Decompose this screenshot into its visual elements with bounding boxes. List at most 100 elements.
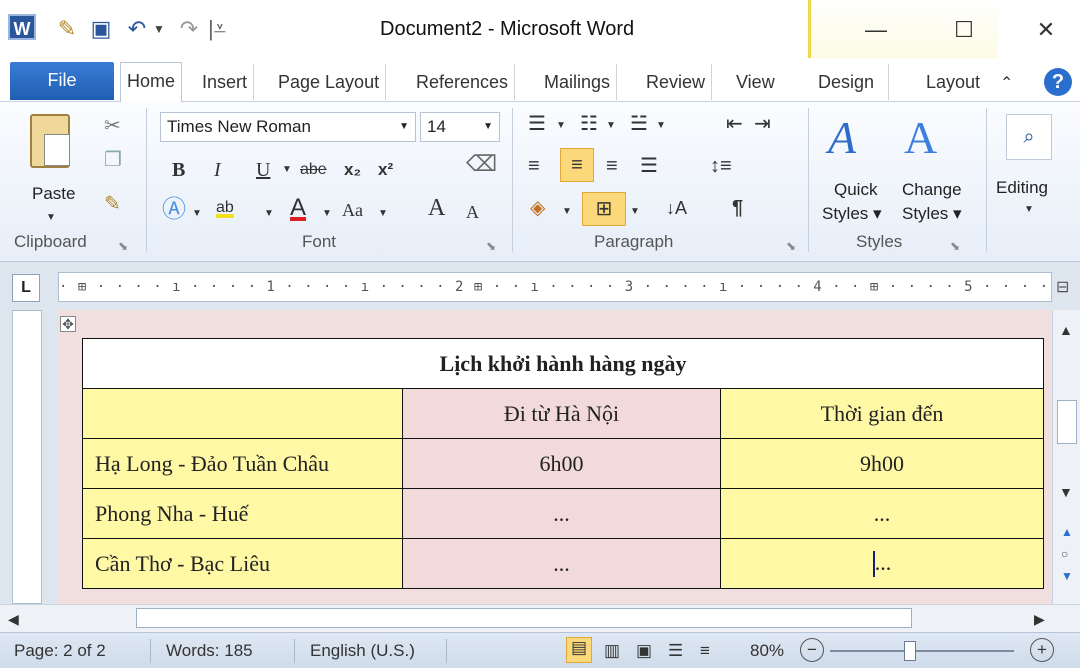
tab-layout[interactable]: Layout [920, 64, 986, 100]
multilevel-list-icon[interactable]: ☱ [630, 112, 648, 136]
paste-icon[interactable] [30, 114, 70, 168]
route-cell[interactable]: Phong Nha - Huế [82, 488, 403, 539]
font-color-button[interactable]: A [290, 196, 306, 220]
multilevel-dropdown-icon[interactable]: ▼ [656, 114, 666, 138]
vertical-ruler[interactable] [12, 310, 42, 604]
increase-indent-icon[interactable]: ⇥ [754, 112, 771, 136]
dialog-launcher-icon[interactable]: ⬊ [786, 234, 796, 258]
shading-dropdown-icon[interactable]: ▼ [562, 200, 572, 224]
underline-dropdown-icon[interactable]: ▼ [282, 158, 292, 182]
change-styles-label-2[interactable]: Styles ▾ [902, 204, 962, 224]
italic-button[interactable]: I [214, 158, 221, 182]
header-cell[interactable]: Đi từ Hà Nội [402, 388, 721, 439]
tab-view[interactable]: View [730, 64, 781, 100]
close-button[interactable]: ✕ [1016, 12, 1076, 48]
zoom-in-icon[interactable]: + [1030, 638, 1054, 662]
page-count[interactable]: Page: 2 of 2 [14, 641, 106, 661]
shrink-font-button[interactable]: A [466, 200, 479, 224]
format-painter-icon[interactable]: ✎ [104, 192, 121, 216]
strikethrough-button[interactable]: abe [300, 158, 327, 182]
save-icon[interactable]: ▣ [88, 16, 114, 42]
format-painter-icon[interactable]: ✎ [54, 16, 80, 42]
shading-icon[interactable]: ◈ [530, 196, 545, 220]
web-layout-icon[interactable]: ▣ [636, 641, 652, 661]
departure-cell[interactable]: ... [402, 538, 721, 589]
scroll-left-icon[interactable]: ◀ [8, 607, 19, 631]
quick-styles-label-2[interactable]: Styles ▾ [822, 204, 882, 224]
highlight-button[interactable]: ab [216, 196, 234, 220]
scroll-thumb[interactable] [1057, 400, 1077, 444]
bullets-dropdown-icon[interactable]: ▼ [556, 114, 566, 138]
grow-font-button[interactable]: A [428, 196, 445, 220]
zoom-slider-thumb[interactable] [904, 641, 916, 661]
scroll-up-icon[interactable]: ▲ [1059, 318, 1073, 342]
text-effects-dropdown-icon[interactable]: ▼ [192, 202, 202, 226]
scroll-right-icon[interactable]: ▶ [1034, 607, 1045, 631]
change-styles-label-1[interactable]: Change [902, 180, 962, 200]
justify-icon[interactable]: ☰ [640, 154, 658, 178]
font-color-dropdown-icon[interactable]: ▼ [322, 202, 332, 226]
numbering-dropdown-icon[interactable]: ▼ [606, 114, 616, 138]
subscript-button[interactable]: x₂ [344, 158, 361, 182]
cut-icon[interactable]: ✂ [104, 114, 121, 138]
borders-dropdown-icon[interactable]: ▼ [630, 200, 640, 224]
dialog-launcher-icon[interactable]: ⬊ [486, 234, 496, 258]
view-ruler-icon[interactable]: ⊟ [1056, 276, 1069, 300]
tab-references[interactable]: References [410, 64, 516, 100]
maximize-button[interactable]: ☐ [934, 12, 994, 48]
sort-icon[interactable]: ↓A [666, 196, 687, 220]
draft-icon[interactable]: ≡ [700, 641, 710, 661]
borders-icon[interactable]: ⊞ [582, 192, 626, 226]
departure-cell[interactable]: ... [402, 488, 721, 539]
binoculars-icon[interactable]: ⌕ [1006, 114, 1052, 160]
numbering-icon[interactable]: ☷ [580, 112, 598, 136]
copy-icon[interactable]: ❐ [104, 148, 122, 172]
change-case-dropdown-icon[interactable]: ▼ [378, 202, 388, 226]
editing-button[interactable]: Editing [996, 178, 1048, 198]
previous-page-icon[interactable]: ▲ [1061, 520, 1073, 544]
vertical-scrollbar[interactable]: ▲ ▼ ▲ ○ ▼ [1052, 310, 1080, 604]
route-cell[interactable]: Cần Thơ - Bạc Liêu [82, 538, 403, 589]
help-icon[interactable]: ? [1044, 68, 1072, 96]
decrease-indent-icon[interactable]: ⇤ [726, 112, 743, 136]
line-spacing-icon[interactable]: ↕≡ [710, 154, 732, 178]
zoom-out-icon[interactable]: − [800, 638, 824, 662]
dialog-launcher-icon[interactable]: ⬊ [950, 234, 960, 258]
scroll-down-icon[interactable]: ▼ [1059, 480, 1073, 504]
minimize-ribbon-icon[interactable]: ⌃ [1000, 72, 1013, 96]
word-logo-icon[interactable]: W [8, 14, 36, 40]
font-name-combo[interactable]: Times New Roman ▼ [160, 112, 416, 142]
text-effects-icon[interactable]: Ⓐ [162, 198, 186, 222]
tab-design[interactable]: Design [812, 64, 890, 100]
underline-button[interactable]: U [256, 158, 270, 182]
show-formatting-button[interactable]: ¶ [732, 196, 743, 220]
clear-formatting-icon[interactable]: ⌫ [466, 152, 497, 176]
language-indicator[interactable]: English (U.S.) [310, 641, 415, 661]
full-screen-reading-icon[interactable]: ▥ [604, 641, 620, 661]
horizontal-ruler[interactable]: · ⊞ · · · · ı · · · · 1 · · · · ı · · · … [58, 272, 1052, 302]
table-title[interactable]: Lịch khởi hành hàng ngày [82, 338, 1044, 389]
redo-icon[interactable]: ↷ [176, 16, 202, 42]
align-left-icon[interactable]: ≡ [528, 154, 540, 178]
quick-styles-icon[interactable]: A [828, 108, 856, 168]
tab-review[interactable]: Review [640, 64, 713, 100]
zoom-slider[interactable] [830, 650, 1014, 652]
tab-mailings[interactable]: Mailings [538, 64, 618, 100]
arrival-cell[interactable]: ... [720, 488, 1044, 539]
tab-page-layout[interactable]: Page Layout [272, 64, 387, 100]
minimize-button[interactable]: — [846, 12, 906, 48]
qat-customize-icon[interactable]: |⩡ [204, 16, 230, 42]
paste-dropdown-icon[interactable]: ▼ [46, 206, 56, 230]
align-right-icon[interactable]: ≡ [606, 154, 618, 178]
zoom-level[interactable]: 80% [750, 641, 784, 661]
tab-home[interactable]: Home [120, 62, 183, 102]
bold-button[interactable]: B [172, 158, 185, 182]
tab-insert[interactable]: Insert [196, 64, 255, 100]
dialog-launcher-icon[interactable]: ⬊ [118, 234, 128, 258]
tab-selector-icon[interactable]: L [12, 274, 40, 302]
superscript-button[interactable]: x² [378, 158, 393, 182]
editing-dropdown-icon[interactable]: ▼ [1024, 198, 1034, 222]
table-move-handle-icon[interactable]: ✥ [60, 316, 76, 332]
word-count[interactable]: Words: 185 [166, 641, 253, 661]
bullets-icon[interactable]: ☰ [528, 112, 546, 136]
